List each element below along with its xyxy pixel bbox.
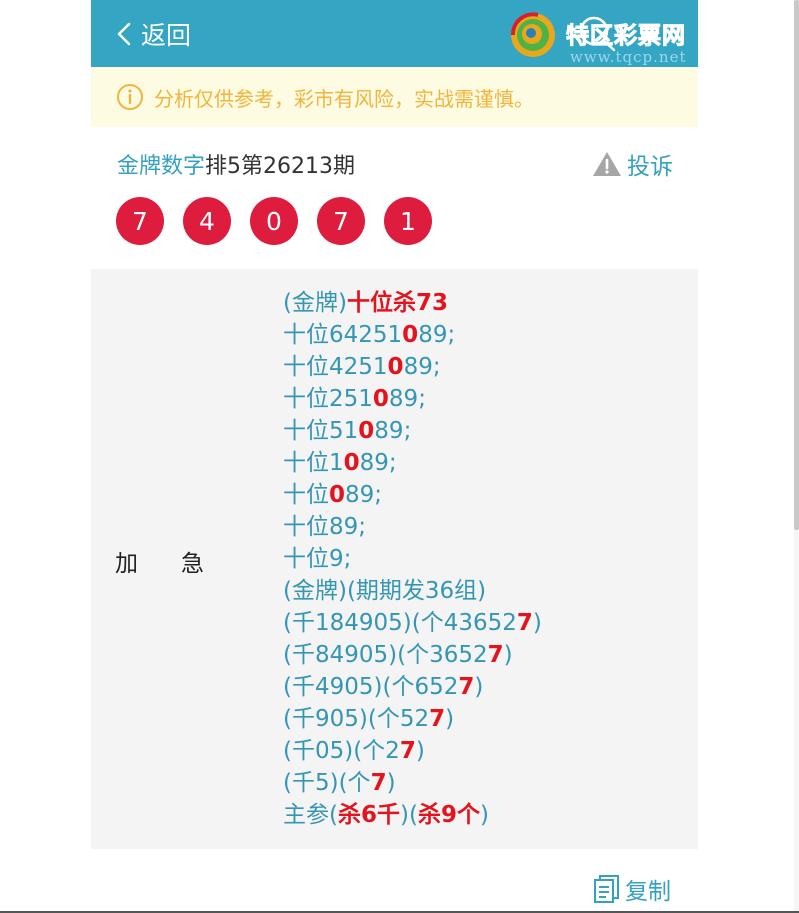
draw-result: 7 4 0 7 1	[116, 197, 451, 245]
prediction-line: (千5)(个7)	[283, 767, 542, 799]
prediction-line: 十位64251089;	[283, 319, 542, 351]
line-text: 十位251	[283, 386, 373, 412]
prediction-lines: (金牌)十位杀73 十位64251089; 十位4251089; 十位251089; 十…	[283, 287, 542, 831]
line-text: )	[532, 610, 542, 636]
line-text: 十位1	[283, 450, 344, 476]
line-text: (千05)(个2	[283, 738, 400, 764]
label-left: 加	[115, 551, 138, 577]
risk-notice: 分析仅供参考，彩市有风险，实战需谨慎。	[91, 67, 698, 127]
prediction-line: (金牌)十位杀73	[283, 287, 542, 319]
line-text: 89;	[359, 450, 397, 476]
prediction-line: 十位089;	[283, 479, 542, 511]
source-name[interactable]: 金牌数字	[117, 148, 205, 180]
highlighted-text: 7	[458, 674, 475, 700]
line-text: 主参(	[283, 802, 338, 828]
line-text: 89;	[345, 482, 383, 508]
prediction-line: (金牌)(期期发36组)	[283, 575, 542, 607]
watermark-title: 特区彩票网	[566, 23, 686, 50]
watermark-url: www.tqcp.net	[570, 48, 687, 66]
lottery-issue: 排5第26213期	[205, 154, 355, 179]
chevron-left-icon	[117, 22, 131, 46]
line-text: (千5)(个	[283, 770, 371, 796]
line-text: (千905)(个52	[283, 706, 430, 732]
highlighted-text: 杀6千	[337, 802, 400, 828]
number-ball: 7	[317, 197, 365, 245]
highlighted-text: 0	[329, 482, 346, 508]
line-text: )	[415, 738, 425, 764]
prediction-line: 十位251089;	[283, 383, 542, 415]
back-label: 返回	[141, 21, 192, 50]
site-logo-icon	[510, 12, 555, 57]
prediction-line: 十位89;	[283, 511, 542, 543]
copy-button[interactable]: 复制	[593, 871, 671, 907]
highlighted-text: 十位杀73	[346, 290, 448, 316]
line-text: 十位89;	[283, 514, 367, 540]
highlighted-text: 0	[387, 354, 404, 380]
prediction-line: (千84905)(个36527)	[283, 639, 542, 671]
copy-label: 复制	[625, 879, 671, 905]
line-text: (千84905)(个3652	[283, 642, 488, 668]
prediction-line: 主参(杀6千)(杀9个)	[283, 799, 542, 831]
highlighted-text: 杀9个	[417, 802, 480, 828]
line-text: (金牌)(期期发36组)	[283, 578, 487, 604]
prediction-line: (千05)(个27)	[283, 735, 542, 767]
line-text: 十位9;	[283, 546, 352, 572]
line-text: (金牌)	[283, 290, 347, 316]
highlighted-text: 7	[370, 770, 387, 796]
number-ball: 4	[183, 197, 231, 245]
line-text: 十位64251	[283, 322, 403, 348]
page: 返回 分析仅供参考，彩市有风险，实战需谨慎。 金牌数字 排5第26213期 投诉 …	[91, 0, 698, 913]
line-text: 89;	[374, 418, 412, 444]
highlighted-text: 7	[516, 610, 533, 636]
site-watermark: 特区彩票网 www.tqcp.net	[508, 8, 708, 68]
line-text: 十位	[283, 482, 329, 508]
line-text: )	[503, 642, 513, 668]
copy-icon	[594, 875, 619, 903]
report-button[interactable]: 投诉	[592, 146, 673, 182]
line-text: 89;	[418, 322, 456, 348]
number-ball: 7	[116, 197, 164, 245]
highlighted-text: 7	[399, 738, 416, 764]
report-label: 投诉	[627, 154, 673, 180]
line-text: )	[474, 674, 484, 700]
line-text: 89;	[403, 354, 441, 380]
prediction-line: (千184905)(个436527)	[283, 607, 542, 639]
line-text: (千4905)(个652	[283, 674, 459, 700]
highlighted-text: 0	[343, 450, 360, 476]
scrollbar-thumb[interactable]	[794, 0, 799, 530]
line-text: 十位4251	[283, 354, 388, 380]
line-text: 十位51	[283, 418, 359, 444]
line-text: (千184905)(个43652	[283, 610, 517, 636]
line-text: )(	[400, 802, 418, 828]
highlighted-text: 0	[372, 386, 389, 412]
highlighted-text: 0	[402, 322, 419, 348]
highlighted-text: 7	[487, 642, 504, 668]
warning-icon	[593, 152, 621, 176]
highlighted-text: 0	[358, 418, 375, 444]
line-text: )	[479, 802, 489, 828]
prediction-line: 十位9;	[283, 543, 542, 575]
prediction-line: (千905)(个527)	[283, 703, 542, 735]
line-text: )	[445, 706, 455, 732]
prediction-line: (千4905)(个6527)	[283, 671, 542, 703]
prediction-line: 十位51089;	[283, 415, 542, 447]
info-icon	[117, 84, 143, 110]
urgency-label: 加急	[115, 544, 225, 578]
highlighted-text: 7	[429, 706, 446, 732]
notice-text: 分析仅供参考，彩市有风险，实战需谨慎。	[154, 86, 534, 111]
back-button[interactable]: 返回	[117, 16, 191, 52]
line-text: )	[386, 770, 396, 796]
label-right: 急	[181, 551, 204, 577]
prediction-line: 十位4251089;	[283, 351, 542, 383]
line-text: 89;	[388, 386, 426, 412]
prediction-panel: 加急 (金牌)十位杀73 十位64251089; 十位4251089; 十位25108…	[91, 269, 698, 849]
number-ball: 1	[384, 197, 432, 245]
number-ball: 0	[250, 197, 298, 245]
prediction-line: 十位1089;	[283, 447, 542, 479]
scrollbar[interactable]	[794, 0, 799, 913]
